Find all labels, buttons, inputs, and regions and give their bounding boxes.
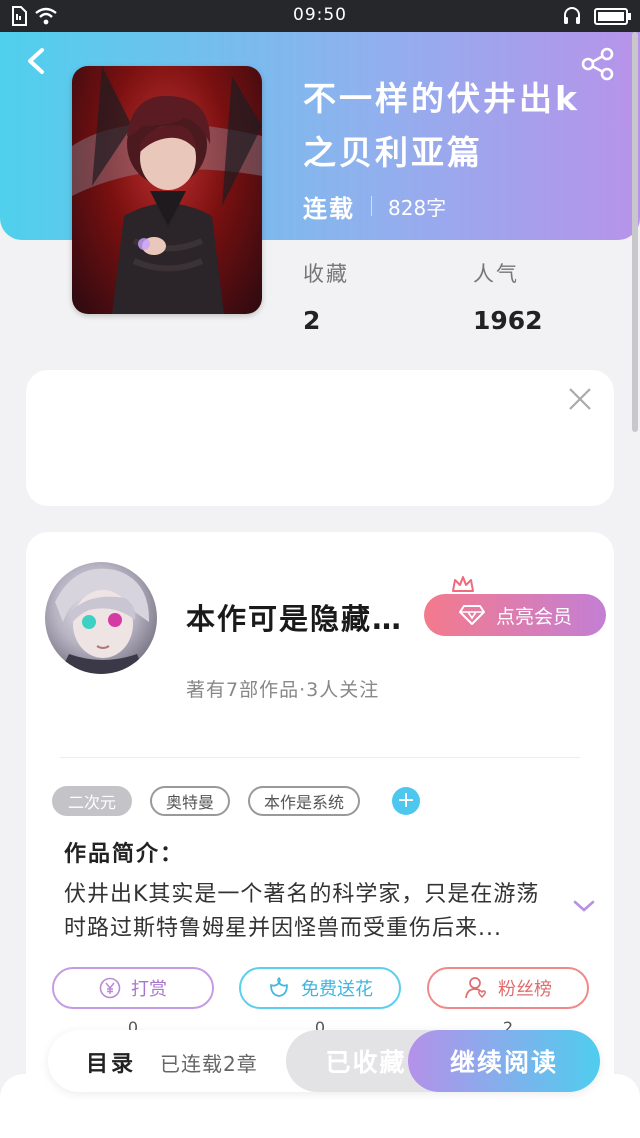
intro-text: 伏井出K其实是一个著名的科学家，只是在游荡时路过斯特鲁姆星并因怪兽而受重伤后来.… — [64, 882, 540, 941]
back-button[interactable] — [20, 44, 54, 78]
fans-ranking-button[interactable]: 粉丝榜 — [427, 967, 589, 1009]
headphones-icon — [564, 7, 580, 24]
vip-button[interactable]: 点亮会员 — [424, 594, 606, 636]
send-flower-label: 免费送花 — [301, 979, 373, 1000]
cover-illustration — [72, 66, 262, 314]
crown-icon — [452, 576, 474, 592]
reward-label: 打赏 — [131, 979, 167, 1000]
tag[interactable]: 奥特曼 — [150, 786, 231, 816]
tag[interactable]: 二次元 — [52, 786, 133, 816]
stat-value: 2 — [303, 306, 321, 335]
stat-favorites: 收藏 2 — [303, 258, 349, 335]
yen-icon — [99, 977, 121, 999]
chapter-count[interactable]: 已连载2章 — [160, 1048, 258, 1077]
tag[interactable]: 本作是系统 — [248, 786, 361, 816]
book-meta: 连载 828字 — [303, 190, 447, 223]
stat-label: 人气 — [473, 262, 519, 286]
fans-ranking-label: 粉丝榜 — [498, 979, 552, 1000]
diamond-icon — [458, 605, 485, 625]
continue-reading-button[interactable]: 继续阅读 — [408, 1030, 600, 1092]
book-cover[interactable] — [72, 66, 262, 314]
avatar-illustration — [55, 568, 150, 674]
reward-button[interactable]: 打赏 — [52, 967, 214, 1009]
stat-popularity: 人气 1962 — [473, 258, 543, 335]
word-count: 828字 — [388, 195, 447, 220]
meta-divider — [371, 196, 372, 216]
status-bar: 09:50 — [0, 0, 640, 32]
book-title: 不一样的伏井出k之贝利亚篇 — [303, 79, 580, 172]
intro-title: 作品简介： — [64, 842, 185, 867]
tag-list: 二次元 奥特曼 本作是系统 + — [52, 786, 421, 816]
toc-button[interactable]: 目录 — [86, 1046, 136, 1078]
status-time: 09:50 — [293, 5, 347, 25]
stat-value: 1962 — [473, 306, 543, 335]
divider — [60, 757, 580, 758]
send-flower-button[interactable]: 免费送花 — [239, 967, 401, 1009]
author-meta: 著有7部作品·3人关注 — [186, 679, 380, 701]
add-tag-button[interactable]: + — [392, 787, 421, 815]
close-icon[interactable] — [566, 385, 594, 413]
flower-icon — [270, 977, 288, 997]
battery-icon — [594, 8, 631, 25]
avatar[interactable] — [45, 562, 157, 674]
ad-card — [26, 370, 614, 506]
vip-label: 点亮会员 — [495, 605, 572, 628]
scrollbar[interactable] — [632, 32, 638, 432]
serial-status: 连载 — [303, 194, 355, 223]
stat-label: 收藏 — [303, 262, 349, 286]
author-name[interactable]: 本作可是隐藏大佬 — [186, 596, 426, 638]
chevron-down-icon[interactable] — [572, 898, 596, 914]
fans-icon — [465, 977, 486, 999]
